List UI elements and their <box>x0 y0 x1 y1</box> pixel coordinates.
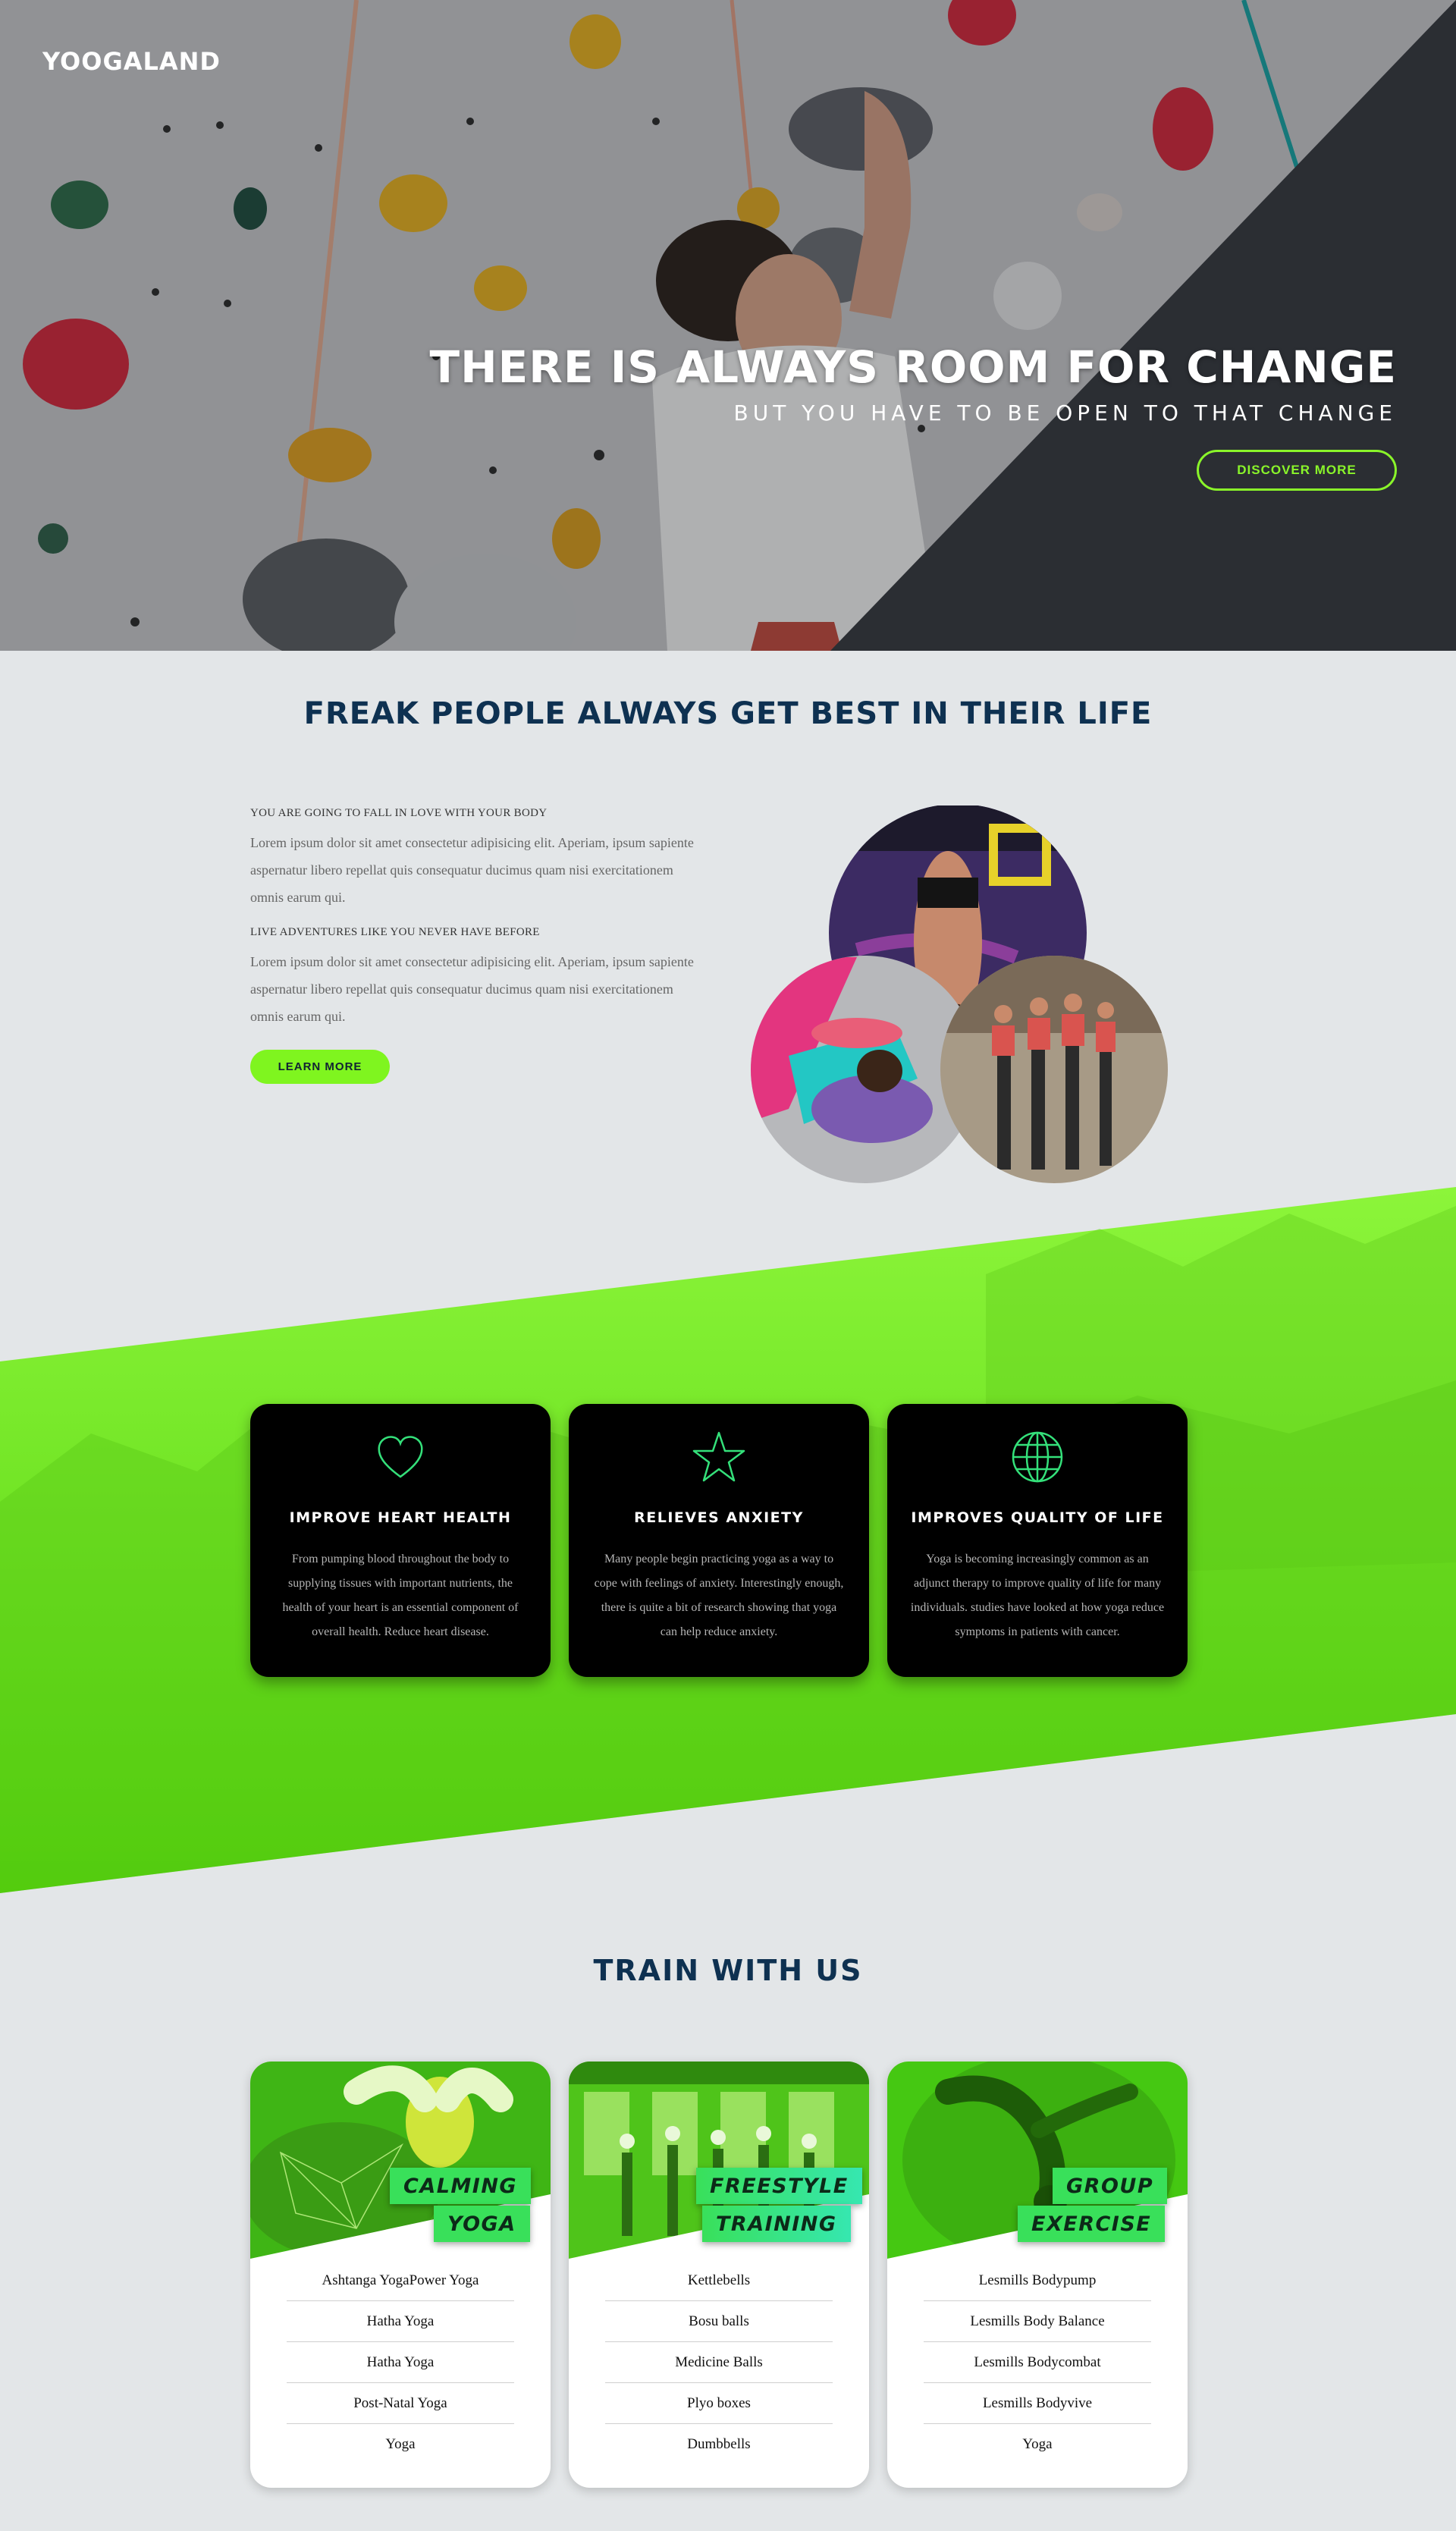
freak-text-column: YOU ARE GOING TO FALL IN LOVE WITH YOUR … <box>250 807 698 1084</box>
benefit-text: Yoga is becoming increasingly common as … <box>910 1553 1165 1638</box>
learn-more-button[interactable]: LEARN MORE <box>250 1050 390 1084</box>
hero-title: THERE IS ALWAYS ROOM FOR CHANGE <box>429 341 1397 393</box>
list-item[interactable]: Lesmills Bodycombat <box>924 2342 1151 2383</box>
fitness-photo-circles <box>751 805 1168 1183</box>
train-card-group-exercise[interactable]: GROUP EXERCISE Lesmills Bodypump Lesmill… <box>887 2062 1188 2488</box>
freak-heading-2: LIVE ADVENTURES LIKE YOU NEVER HAVE BEFO… <box>250 926 540 938</box>
card-label-line-1: GROUP <box>1053 2168 1168 2204</box>
train-section-title: TRAIN WITH US <box>593 1954 863 1987</box>
benefit-card-heart: IMPROVE HEART HEALTH From pumping blood … <box>250 1404 551 1677</box>
list-item[interactable]: Ashtanga YogaPower Yoga <box>287 2260 514 2301</box>
benefit-title: IMPROVE HEART HEALTH <box>289 1509 512 1526</box>
class-list: Ashtanga YogaPower Yoga Hatha Yoga Hatha… <box>287 2260 514 2465</box>
discover-more-button[interactable]: DISCOVER MORE <box>1197 450 1397 491</box>
benefit-title: RELIEVES ANXIETY <box>634 1509 804 1526</box>
benefit-title: IMPROVES QUALITY OF LIFE <box>911 1509 1164 1526</box>
list-item[interactable]: Bosu balls <box>605 2301 833 2342</box>
benefit-card-anxiety: RELIEVES ANXIETY Many people begin pract… <box>569 1404 869 1677</box>
train-card-freestyle-training[interactable]: FREESTYLE TRAINING Kettlebells Bosu ball… <box>569 2062 869 2488</box>
freak-section-title: FREAK PEOPLE ALWAYS GET BEST IN THEIR LI… <box>303 696 1153 731</box>
list-item[interactable]: Yoga <box>287 2424 514 2465</box>
freak-body-2: Lorem ipsum dolor sit amet consectetur a… <box>250 954 694 1024</box>
hero-section: YOOGALAND THERE IS ALWAYS ROOM FOR CHANG… <box>0 0 1456 651</box>
benefit-text: From pumping blood throughout the body t… <box>282 1553 519 1638</box>
hero-dark-diagonal <box>830 0 1456 651</box>
list-item[interactable]: Hatha Yoga <box>287 2342 514 2383</box>
list-item[interactable]: Hatha Yoga <box>287 2301 514 2342</box>
globe-icon <box>1012 1431 1063 1483</box>
freak-heading-1: YOU ARE GOING TO FALL IN LOVE WITH YOUR … <box>250 807 548 819</box>
site-logo[interactable]: YOOGALAND <box>42 47 221 76</box>
freak-body-1: Lorem ipsum dolor sit amet consectetur a… <box>250 835 694 905</box>
heart-icon <box>378 1436 423 1478</box>
list-item[interactable]: Lesmills Bodypump <box>924 2260 1151 2301</box>
list-item[interactable]: Dumbbells <box>605 2424 833 2465</box>
card-label-line-2: TRAINING <box>702 2206 851 2242</box>
list-item[interactable]: Lesmills Body Balance <box>924 2301 1151 2342</box>
train-card-calming-yoga[interactable]: CALMING YOGA Ashtanga YogaPower Yoga Hat… <box>250 2062 551 2488</box>
list-item[interactable]: Kettlebells <box>605 2260 833 2301</box>
class-list: Kettlebells Bosu balls Medicine Balls Pl… <box>605 2260 833 2465</box>
hero-subtitle: BUT YOU HAVE TO BE OPEN TO THAT CHANGE <box>733 400 1397 425</box>
card-label-line-2: YOGA <box>434 2206 530 2242</box>
list-item[interactable]: Post-Natal Yoga <box>287 2383 514 2424</box>
benefit-card-quality: IMPROVES QUALITY OF LIFE Yoga is becomin… <box>887 1404 1188 1677</box>
card-label-line-1: FREESTYLE <box>696 2168 862 2204</box>
benefit-text: Many people begin practicing yoga as a w… <box>594 1553 844 1638</box>
star-icon <box>692 1431 745 1482</box>
class-list: Lesmills Bodypump Lesmills Body Balance … <box>924 2260 1151 2465</box>
list-item[interactable]: Medicine Balls <box>605 2342 833 2383</box>
list-item[interactable]: Lesmills Bodyvive <box>924 2383 1151 2424</box>
card-label-line-1: CALMING <box>390 2168 532 2204</box>
card-label-line-2: EXERCISE <box>1018 2206 1166 2242</box>
list-item[interactable]: Yoga <box>924 2424 1151 2465</box>
list-item[interactable]: Plyo boxes <box>605 2383 833 2424</box>
